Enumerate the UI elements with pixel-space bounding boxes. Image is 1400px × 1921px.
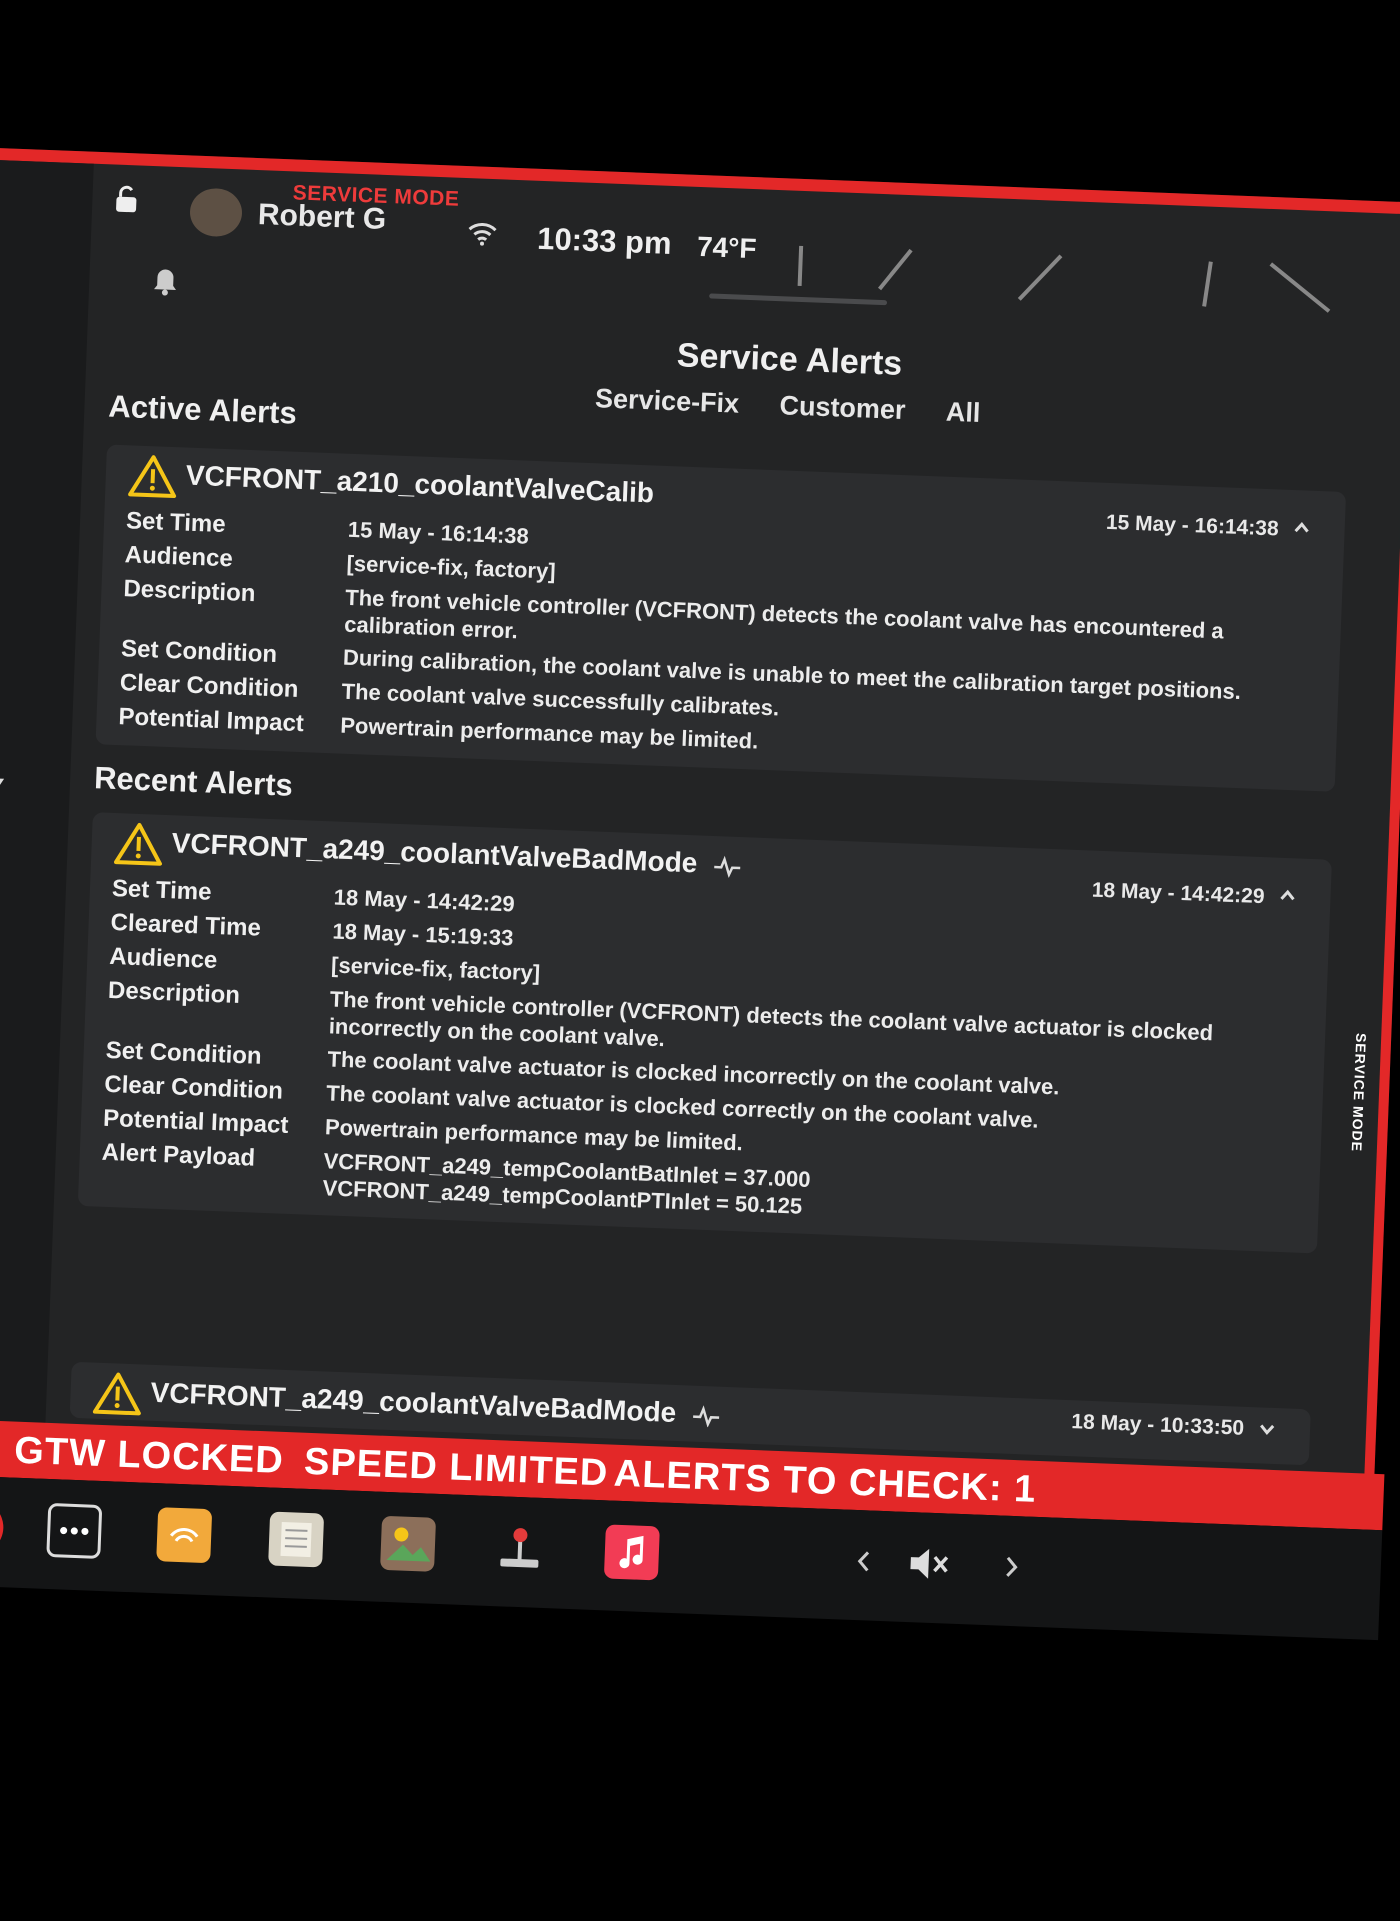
tab-all[interactable]: All	[945, 397, 981, 429]
pulse-icon	[692, 1404, 719, 1428]
alert-name-wrap: VCFRONT_a249_coolantValveBadMode	[150, 1377, 721, 1431]
tab-service-fix[interactable]: Service-Fix	[595, 383, 740, 420]
warning-icon	[128, 455, 177, 499]
status-bar: SERVICE MODE Robert G 10:33 pm 74°F	[0, 160, 1400, 324]
alert-details: Set Time 18 May - 14:42:29 Cleared Time …	[78, 874, 1330, 1253]
detail-label: Audience	[124, 541, 234, 573]
more-icon[interactable]	[46, 1502, 103, 1559]
toybox-icon[interactable]	[156, 1507, 213, 1564]
detail-label: Set Time	[125, 507, 227, 539]
alert-timestamp: 18 May - 14:42:29	[1091, 878, 1265, 909]
detail-value: 18 May - 14:42:29	[333, 884, 516, 917]
detail-label: Alert Payload	[101, 1138, 256, 1172]
detail-label: Cleared Time	[110, 908, 262, 942]
detail-label: Clear Condition	[103, 1070, 284, 1105]
tab-customer[interactable]: Customer	[779, 390, 906, 426]
page-title: Service Alerts	[676, 336, 903, 383]
photos-icon[interactable]	[380, 1515, 437, 1572]
detail-label: Set Condition	[120, 635, 278, 669]
user-name[interactable]: Robert G	[257, 198, 387, 237]
chevron-up-icon[interactable]	[1278, 888, 1297, 903]
alert-details: Set Time 15 May - 16:14:38 Audience [ser…	[96, 506, 1344, 791]
detail-value: 18 May - 15:19:33	[332, 918, 514, 951]
alert-name: VCFRONT_a210_coolantValveCalib	[185, 459, 655, 509]
alert-name: VCFRONT_a249_coolantValveBadMode	[150, 1376, 677, 1428]
arrow-right-icon[interactable]	[984, 1539, 1040, 1595]
screen: SERVICE MODE Robert G 10:33 pm 74°F Serv…	[0, 0, 1400, 1919]
alert-timestamp: 15 May - 16:14:38	[1105, 510, 1280, 541]
wifi-icon	[468, 223, 497, 246]
side-service-mode-label: SERVICE MODE	[1348, 1032, 1370, 1153]
detail-label: Audience	[108, 942, 218, 975]
active-alert-card[interactable]: VCFRONT_a210_coolantValveCalib 15 May - …	[95, 444, 1347, 792]
recent-alerts-heading: Recent Alerts	[93, 760, 294, 803]
notes-icon[interactable]	[268, 1511, 325, 1568]
banner-speed-limited: SPEED LIMITED	[303, 1440, 610, 1495]
recent-alert-card[interactable]: VCFRONT_a249_coolantValveBadMode 18 May …	[77, 812, 1332, 1254]
detail-label: Potential Impact	[118, 703, 305, 738]
wrench-icon[interactable]	[0, 1499, 5, 1556]
detail-label: Potential Impact	[102, 1104, 289, 1139]
alert-timestamp: 18 May - 10:33:50	[1070, 1410, 1245, 1440]
left-panel-strip	[0, 159, 94, 1441]
detail-label: Set Condition	[105, 1036, 263, 1070]
detail-value: [service-fix, factory]	[330, 952, 541, 986]
payload-values: VCFRONT_a249_tempCoolantBatInlet = 37.00…	[322, 1147, 811, 1220]
detail-label: Description	[122, 575, 256, 608]
detail-value: 15 May - 16:14:38	[347, 516, 530, 549]
detail-value: [service-fix, factory]	[346, 550, 557, 584]
clock: 10:33 pm	[536, 220, 673, 261]
lock-icon[interactable]	[112, 184, 141, 213]
chevron-down-icon[interactable]	[1258, 1421, 1277, 1436]
detail-label: Description	[107, 976, 241, 1009]
alert-name: VCFRONT_a249_coolantValveBadMode	[171, 827, 698, 879]
active-alerts-heading: Active Alerts	[107, 388, 298, 431]
warning-icon	[113, 822, 162, 866]
banner-gtw-locked: GTW LOCKED	[13, 1429, 285, 1482]
road-graphic	[797, 245, 1331, 313]
pulse-icon	[713, 855, 741, 878]
avatar[interactable]	[189, 187, 243, 238]
tab-bar: Service-Fix Customer All	[595, 383, 1017, 430]
mute-icon[interactable]	[902, 1536, 958, 1592]
detail-label: Set Time	[111, 874, 213, 906]
warning-icon	[92, 1372, 141, 1416]
music-icon[interactable]	[603, 1524, 660, 1581]
chevron-up-icon[interactable]	[1292, 520, 1311, 535]
detail-label: Clear Condition	[119, 669, 299, 703]
outside-temperature: 74°F	[696, 230, 758, 265]
bell-icon[interactable]	[151, 266, 180, 297]
arrow-left-icon[interactable]	[836, 1533, 892, 1589]
alert-name-wrap: VCFRONT_a249_coolantValveBadMode	[171, 827, 742, 881]
display-frame: SERVICE MODE Robert G 10:33 pm 74°F Serv…	[0, 147, 1400, 1641]
joystick-icon[interactable]	[492, 1520, 548, 1576]
